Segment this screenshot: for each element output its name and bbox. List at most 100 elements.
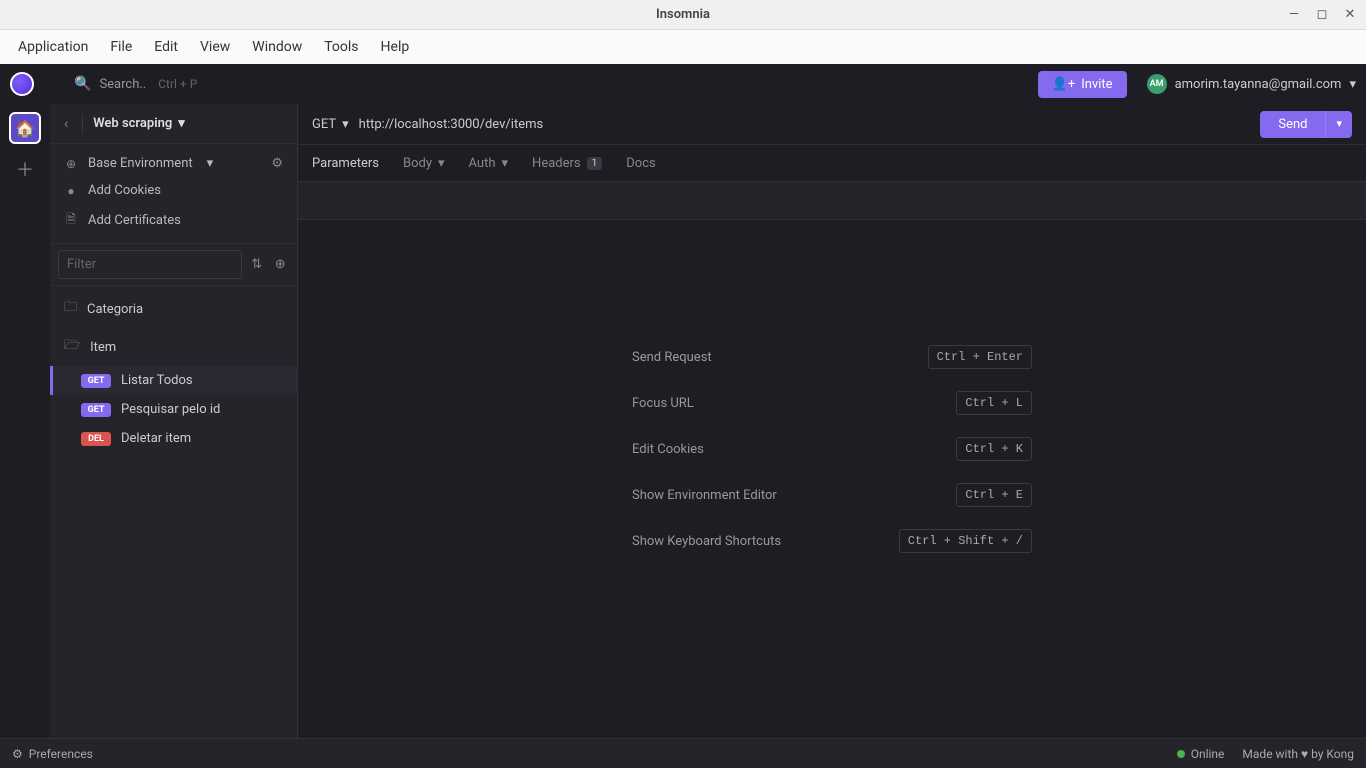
kbd: Ctrl + Enter: [928, 345, 1032, 369]
url-input[interactable]: http://localhost:3000/dev/items: [359, 117, 1251, 132]
environment-selector[interactable]: ⊕ Base Environment ▾ ⚙: [50, 150, 297, 177]
window-title: Insomnia: [656, 7, 710, 22]
chevron-down-icon: ▾: [207, 156, 214, 171]
window-close-button[interactable]: ✕: [1338, 3, 1362, 27]
request-deletar-item[interactable]: DEL Deletar item: [50, 424, 297, 453]
kbd: Ctrl + L: [956, 391, 1032, 415]
search-shortcut-hint: Ctrl + P: [158, 77, 197, 91]
online-indicator: Online: [1177, 747, 1225, 761]
menu-application[interactable]: Application: [8, 35, 98, 59]
avatar: AM: [1147, 74, 1167, 94]
request-tabs: Parameters Body▾ Auth▾ Headers1 Docs: [298, 144, 1366, 182]
shortcuts-hint-panel: Send Request Ctrl + Enter Focus URL Ctrl…: [298, 220, 1366, 738]
parameters-toolbar: [298, 182, 1366, 220]
tab-docs[interactable]: Docs: [626, 156, 655, 171]
sidebar-back-button[interactable]: ‹: [60, 112, 72, 136]
add-cookies-button[interactable]: ● Add Cookies: [50, 177, 297, 204]
preferences-label: Preferences: [29, 747, 93, 761]
window-titlebar: Insomnia — ◻ ✕: [0, 0, 1366, 30]
tab-auth[interactable]: Auth▾: [469, 156, 509, 171]
chevron-down-icon: ▾: [502, 156, 509, 171]
window-minimize-button[interactable]: —: [1282, 3, 1306, 27]
kbd: Ctrl + K: [956, 437, 1032, 461]
request-label: Deletar item: [121, 431, 191, 446]
method-badge: GET: [81, 374, 111, 388]
menu-bar: Application File Edit View Window Tools …: [0, 30, 1366, 64]
chevron-down-icon: ▾: [438, 156, 445, 171]
request-label: Pesquisar pelo id: [121, 402, 220, 417]
url-bar: GET ▾ http://localhost:3000/dev/items Se…: [298, 104, 1366, 144]
invite-label: Invite: [1081, 77, 1112, 92]
folder-categoria[interactable]: 🗀 Categoria: [50, 290, 297, 328]
kbd: Ctrl + E: [956, 483, 1032, 507]
method-badge: GET: [81, 403, 111, 417]
account-menu[interactable]: AM amorim.tayanna@gmail.com ▾: [1147, 74, 1356, 94]
rail-home-button[interactable]: 🏠: [9, 112, 41, 144]
method-selector[interactable]: GET ▾: [312, 117, 349, 132]
request-listar-todos[interactable]: GET Listar Todos: [50, 366, 297, 395]
tab-body[interactable]: Body▾: [403, 156, 445, 171]
invite-icon: 👤+: [1052, 77, 1076, 92]
folder-item[interactable]: 🗁 Item: [50, 328, 297, 366]
shortcut-send-request: Send Request Ctrl + Enter: [632, 345, 1032, 369]
send-options-button[interactable]: ▾: [1325, 111, 1352, 138]
search-placeholder: Search..: [99, 77, 146, 92]
sidebar-header: ‹ Web scraping ▾: [50, 104, 297, 144]
menu-window[interactable]: Window: [242, 35, 312, 59]
search-icon: 🔍: [74, 76, 91, 92]
chevron-down-icon: ▾: [1349, 77, 1356, 92]
shortcut-env-editor: Show Environment Editor Ctrl + E: [632, 483, 1032, 507]
user-email: amorim.tayanna@gmail.com: [1175, 77, 1342, 92]
folder-label: Categoria: [87, 302, 143, 317]
method-badge: DEL: [81, 432, 111, 446]
cookie-icon: ●: [64, 184, 78, 198]
shortcut-keyboard-shortcuts: Show Keyboard Shortcuts Ctrl + Shift + /: [632, 529, 1032, 553]
tab-headers[interactable]: Headers1: [532, 156, 602, 171]
shortcut-edit-cookies: Edit Cookies Ctrl + K: [632, 437, 1032, 461]
shortcut-focus-url: Focus URL Ctrl + L: [632, 391, 1032, 415]
global-search[interactable]: 🔍 Search.. Ctrl + P: [74, 76, 197, 92]
chevron-down-icon: ▾: [342, 117, 349, 132]
sidebar: ‹ Web scraping ▾ ⊕ Base Environment ▾ ⚙ …: [50, 104, 298, 738]
filter-sort-button[interactable]: ⇅: [248, 253, 266, 277]
menu-help[interactable]: Help: [371, 35, 420, 59]
preferences-button[interactable]: ⚙ Preferences: [12, 747, 93, 761]
app-logo-icon: [10, 72, 34, 96]
menu-view[interactable]: View: [190, 35, 240, 59]
request-label: Listar Todos: [121, 373, 193, 388]
online-label: Online: [1191, 747, 1225, 761]
rail-add-button[interactable]: ＋: [16, 156, 34, 182]
statusbar: ⚙ Preferences Online Made with ♥ by Kong: [0, 738, 1366, 768]
credit-label: Made with ♥ by Kong: [1242, 747, 1354, 761]
invite-button[interactable]: 👤+ Invite: [1038, 71, 1127, 98]
chevron-down-icon: ▾: [178, 116, 185, 131]
gear-icon: ⚙: [12, 747, 23, 761]
left-rail: 🏠 ＋: [0, 104, 50, 738]
send-button[interactable]: Send: [1260, 111, 1325, 138]
certificates-label: Add Certificates: [88, 213, 181, 228]
online-dot-icon: [1177, 750, 1185, 758]
environment-settings-icon[interactable]: ⚙: [271, 156, 283, 171]
new-request-button[interactable]: ⊕: [272, 253, 290, 277]
folder-label: Item: [90, 340, 116, 355]
kbd: Ctrl + Shift + /: [899, 529, 1032, 553]
menu-file[interactable]: File: [100, 35, 142, 59]
request-pane: GET ▾ http://localhost:3000/dev/items Se…: [298, 104, 1366, 738]
menu-tools[interactable]: Tools: [314, 35, 368, 59]
request-pesquisar-pelo-id[interactable]: GET Pesquisar pelo id: [50, 395, 297, 424]
add-certificates-button[interactable]: 🗎 Add Certificates: [50, 204, 297, 237]
certificate-icon: 🗎: [64, 210, 78, 231]
environment-label: Base Environment: [88, 156, 193, 171]
globe-icon: ⊕: [64, 157, 78, 171]
workspace-selector[interactable]: Web scraping ▾: [93, 116, 185, 131]
menu-edit[interactable]: Edit: [144, 35, 188, 59]
workspace-name: Web scraping: [93, 116, 172, 131]
cookies-label: Add Cookies: [88, 183, 161, 198]
request-tree: 🗀 Categoria 🗁 Item GET Listar Todos GET …: [50, 286, 297, 738]
window-maximize-button[interactable]: ◻: [1310, 3, 1334, 27]
folder-open-icon: 🗁: [64, 336, 80, 358]
tab-parameters[interactable]: Parameters: [312, 156, 379, 171]
app-toolbar: 🔍 Search.. Ctrl + P 👤+ Invite AM amorim.…: [0, 64, 1366, 104]
sidebar-filter-input[interactable]: [58, 250, 242, 279]
headers-count-badge: 1: [587, 157, 603, 170]
